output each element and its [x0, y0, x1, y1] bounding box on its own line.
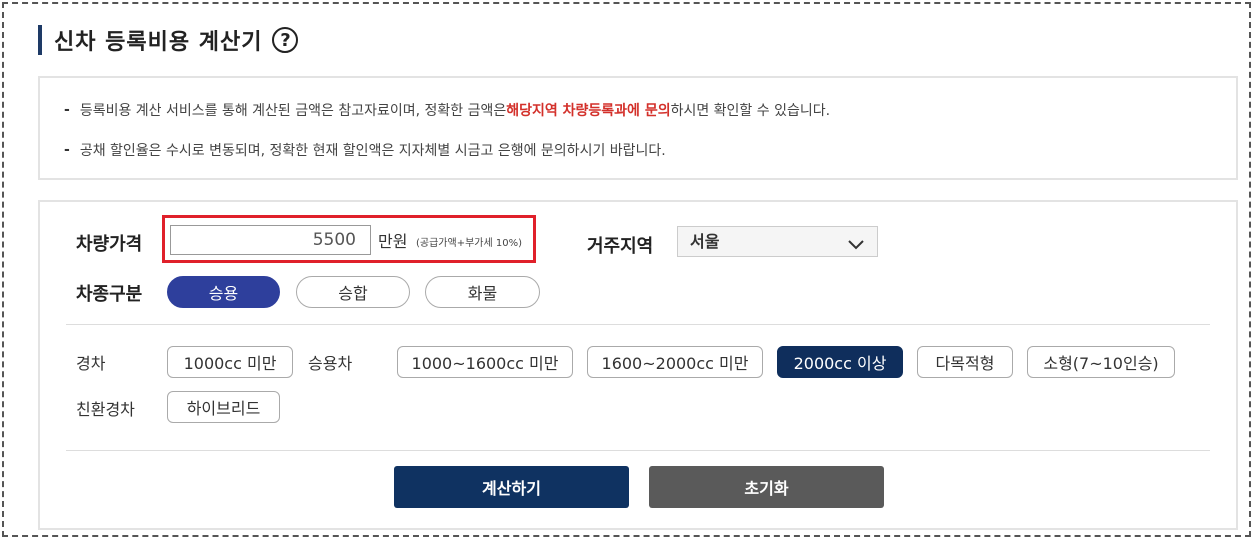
- divider: [66, 324, 1210, 325]
- option-multipurpose[interactable]: 다목적형: [917, 346, 1013, 378]
- dash-icon: -: [64, 102, 70, 118]
- eco-car-label: 친환경차: [76, 400, 135, 419]
- type-truck-button[interactable]: 화물: [425, 276, 540, 308]
- option-hybrid[interactable]: 하이브리드: [167, 391, 280, 423]
- notice-text-1b: 하시면 확인할 수 있습니다.: [670, 103, 831, 119]
- notice-line-2: - 공채 할인율은 수시로 변동되며, 정확한 현재 할인액은 지자체별 시금고…: [64, 140, 666, 160]
- reset-button[interactable]: 초기화: [649, 466, 884, 508]
- calculator-form: 차량가격 만원 (공급가액+부가세 10%) 거주지역 서울 차종구분 승용 승…: [38, 200, 1238, 530]
- title-accent-bar: [38, 25, 42, 55]
- title-area: 신차 등록비용 계산기 ?: [38, 24, 299, 56]
- passenger-car-label: 승용차: [308, 354, 353, 373]
- type-label: 차종구분: [76, 284, 143, 305]
- calculate-button[interactable]: 계산하기: [394, 466, 629, 508]
- notice-emphasis: 해당지역 차량등록과에 문의: [506, 103, 671, 119]
- dash-icon: -: [64, 142, 70, 158]
- option-1600-2000cc[interactable]: 1600~2000cc 미만: [587, 346, 763, 378]
- region-select[interactable]: 서울: [677, 226, 878, 257]
- price-highlight: 만원 (공급가액+부가세 10%): [162, 215, 536, 263]
- price-input[interactable]: [170, 225, 371, 255]
- price-unit: 만원: [378, 232, 408, 251]
- page-frame: 신차 등록비용 계산기 ? - 등록비용 계산 서비스를 통해 계산된 금액은 …: [2, 2, 1251, 537]
- option-over-2000cc[interactable]: 2000cc 이상: [777, 346, 903, 378]
- type-passenger-button[interactable]: 승용: [167, 276, 280, 308]
- price-note: (공급가액+부가세 10%): [416, 238, 522, 249]
- region-label: 거주지역: [587, 236, 654, 257]
- notice-text-1a: 등록비용 계산 서비스를 통해 계산된 금액은 참고자료이며, 정확한 금액은: [79, 103, 507, 119]
- divider: [66, 450, 1210, 451]
- notice-text-2: 공채 할인율은 수시로 변동되며, 정확한 현재 할인액은 지자체별 시금고 은…: [79, 143, 666, 159]
- type-van-button[interactable]: 승합: [296, 276, 410, 308]
- light-car-label: 경차: [76, 354, 106, 373]
- page-title: 신차 등록비용 계산기: [54, 30, 263, 55]
- option-under-1000cc[interactable]: 1000cc 미만: [167, 346, 293, 378]
- chevron-down-icon: [847, 233, 865, 262]
- notice-box: - 등록비용 계산 서비스를 통해 계산된 금액은 참고자료이며, 정확한 금액…: [38, 76, 1238, 180]
- region-value: 서울: [690, 232, 720, 251]
- option-small-7-10[interactable]: 소형(7~10인승): [1027, 346, 1175, 378]
- option-1000-1600cc[interactable]: 1000~1600cc 미만: [397, 346, 573, 378]
- notice-line-1: - 등록비용 계산 서비스를 통해 계산된 금액은 참고자료이며, 정확한 금액…: [64, 100, 830, 120]
- help-icon[interactable]: ?: [272, 27, 299, 53]
- price-label: 차량가격: [76, 234, 143, 255]
